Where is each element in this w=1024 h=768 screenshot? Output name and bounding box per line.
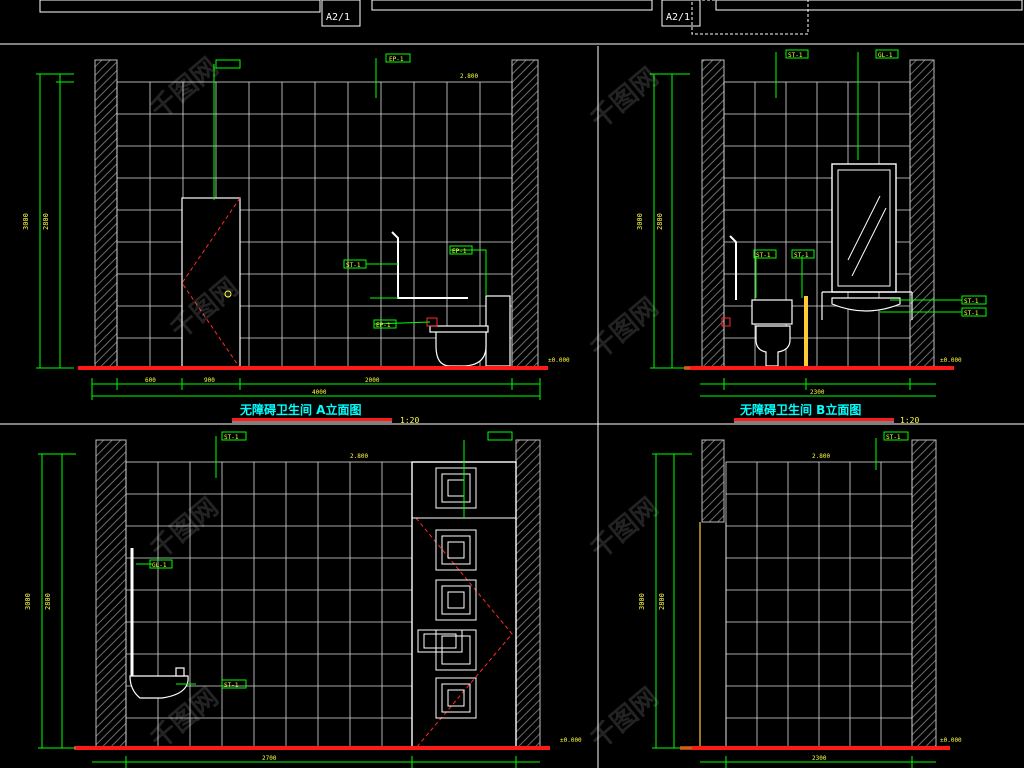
svg-text:2800: 2800 xyxy=(658,593,666,610)
watermark-text-4: 千图网 xyxy=(585,292,664,365)
level-c-top: 2.800 xyxy=(350,453,368,460)
level-b-floor: ±0.000 xyxy=(940,357,962,364)
level-a-top: 2.800 xyxy=(460,73,478,80)
tag-b-1: ST-1 xyxy=(788,52,803,59)
tag-b-2: GL-1 xyxy=(878,52,893,59)
svg-text:3000: 3000 xyxy=(636,213,644,230)
scale-b: 1:20 xyxy=(900,416,919,425)
wall-left-b xyxy=(701,59,725,369)
title-b: 无障碍卫生间 B立面图 xyxy=(739,402,861,417)
tag-c-1: ST-1 xyxy=(224,434,239,441)
level-c-floor: ±0.000 xyxy=(560,737,582,744)
wall-right-d xyxy=(911,439,937,749)
elevation-d: 3000 2800 2300 ST-1 2.800 ±0.000 xyxy=(638,431,962,768)
grab-bar-b xyxy=(729,235,737,300)
svg-text:2300: 2300 xyxy=(810,389,825,396)
tag-b-5: ST-1 xyxy=(964,298,979,305)
svg-text:2300: 2300 xyxy=(812,755,827,762)
wall-left-a xyxy=(94,59,118,369)
floor-line-b xyxy=(684,366,954,370)
elevation-c: 3000 2800 2700 ST-1 GL-1 ST-1 2.800 ±0.0… xyxy=(24,431,582,768)
svg-text:4000: 4000 xyxy=(312,389,327,396)
svg-text:3000: 3000 xyxy=(22,213,30,230)
tag-c-3: ST-1 xyxy=(224,682,239,689)
tag-d-1: ST-1 xyxy=(886,434,901,441)
tag-a-1: EP-1 xyxy=(389,56,404,63)
toilet-a xyxy=(429,295,511,367)
svg-text:2800: 2800 xyxy=(42,213,50,230)
level-d-floor: ±0.000 xyxy=(940,737,962,744)
title-a: 无障碍卫生间 A立面图 xyxy=(239,402,361,417)
watermark-text-7: 千图网 xyxy=(585,492,664,565)
elevation-b: 3000 2800 2300 ST-1 GL-1 ST-1 ST-1 ST-1 … xyxy=(636,49,987,425)
svg-text:2800: 2800 xyxy=(656,213,664,230)
svg-text:3000: 3000 xyxy=(24,593,32,610)
svg-text:900: 900 xyxy=(204,377,215,384)
tag-b-6: ST-1 xyxy=(964,310,979,317)
svg-text:2800: 2800 xyxy=(44,593,52,610)
wall-right-c xyxy=(515,439,541,749)
wall-left-c xyxy=(95,439,127,749)
tile-grid-d xyxy=(725,461,913,749)
sheet-ref-1: A2/1 xyxy=(326,12,350,23)
top-title-strip: A2/1 A2/1 xyxy=(0,0,1024,45)
watermark: 千图网 千图网 千图网 千图网 千图网 千图网 千图网 千图网 xyxy=(145,52,664,755)
tag-a-3: ST-1 xyxy=(346,262,361,269)
watermark-text-8: 千图网 xyxy=(585,682,664,755)
cad-drawing-canvas: A2/1 A2/1 3000 2800 600 900 2000 4000 EP… xyxy=(0,0,1024,768)
horizontal-dims-c xyxy=(92,756,540,768)
tag-b-3: ST-1 xyxy=(756,252,771,259)
sheet-ref-2: A2/1 xyxy=(666,12,690,23)
floor-line-a xyxy=(78,366,548,370)
leaders-a xyxy=(213,58,487,325)
wall-right-a xyxy=(511,59,539,369)
svg-text:3000: 3000 xyxy=(638,593,646,610)
tag-a-4: EP-1 xyxy=(376,322,391,329)
watermark-text-5: 千图网 xyxy=(145,492,224,565)
watermark-text-3: 千图网 xyxy=(585,62,664,135)
level-a-floor: ±0.000 xyxy=(548,357,570,364)
elevation-a: 3000 2800 600 900 2000 4000 EP-1 EP-1 ST… xyxy=(22,53,570,425)
mirror-b xyxy=(831,163,897,293)
wall-left-d xyxy=(701,439,725,523)
svg-text:2700: 2700 xyxy=(262,755,277,762)
basin-c xyxy=(129,667,189,699)
tag-b-4: ST-1 xyxy=(794,252,809,259)
floor-line-d xyxy=(680,746,950,750)
svg-text:600: 600 xyxy=(145,377,156,384)
tag-a-2: EP-1 xyxy=(452,248,467,255)
level-d-top: 2.800 xyxy=(812,453,830,460)
scale-a: 1:20 xyxy=(400,416,419,425)
wall-right-b xyxy=(909,59,935,369)
floor-line-c xyxy=(74,746,550,750)
svg-text:2000: 2000 xyxy=(365,377,380,384)
